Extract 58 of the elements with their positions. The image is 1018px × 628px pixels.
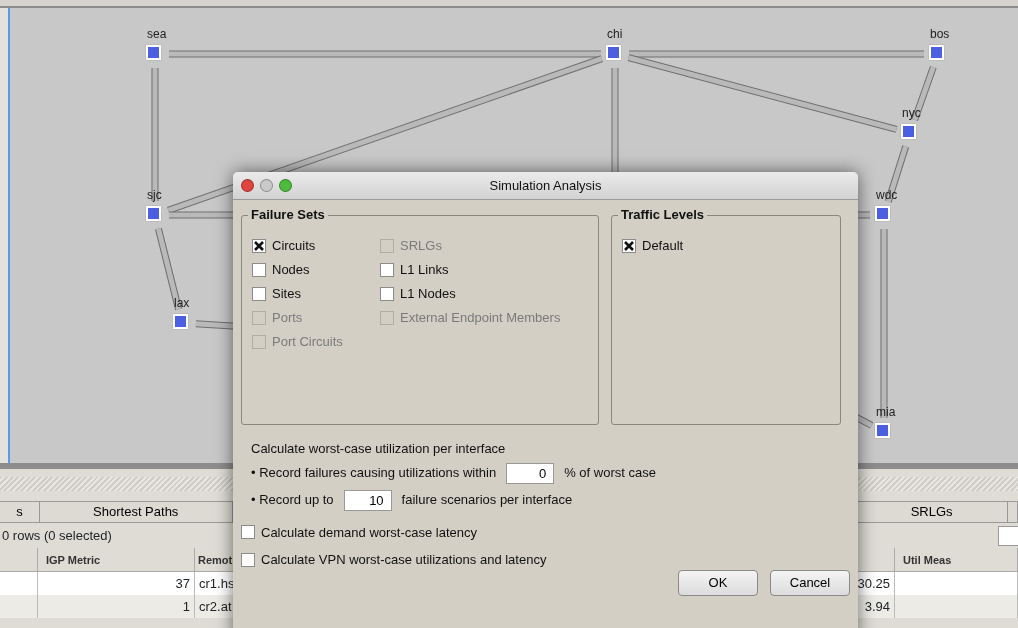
table-cell: 37 xyxy=(38,572,195,595)
node-label: chi xyxy=(607,28,623,40)
checkbox[interactable] xyxy=(380,263,394,277)
checkbox[interactable] xyxy=(252,263,266,277)
column-header[interactable]: IGP Metric xyxy=(38,548,195,572)
column-header[interactable] xyxy=(0,548,38,572)
table-cell: 1 xyxy=(38,595,195,618)
node-square[interactable] xyxy=(173,314,188,329)
node-square[interactable] xyxy=(146,45,161,60)
node-square[interactable] xyxy=(875,206,890,221)
checkbox-label: Calculate VPN worst-case utilizations and latency xyxy=(261,551,547,569)
checkbox-label: External Endpoint Members xyxy=(400,309,561,328)
checkbox-label: Sites xyxy=(272,285,301,304)
checkbox-label: Circuits xyxy=(272,237,316,256)
bullet-text: % of worst case xyxy=(564,464,656,483)
section-heading: Calculate worst-case utilization per interface xyxy=(251,440,506,458)
checkbox[interactable] xyxy=(252,239,266,253)
checkbox[interactable] xyxy=(252,287,266,301)
ok-button[interactable]: OK xyxy=(678,569,758,596)
dialog-title: Simulation Analysis xyxy=(489,177,602,193)
filter-field[interactable] xyxy=(998,525,1018,546)
node-label: wdc xyxy=(876,189,898,201)
bullet-text: • Record up to xyxy=(251,491,334,510)
number-field[interactable]: 0 xyxy=(506,462,555,484)
node-square[interactable] xyxy=(146,206,161,221)
checkbox-label: Calculate demand worst-case latency xyxy=(261,523,478,542)
checkbox-label: L1 Links xyxy=(400,261,449,280)
checkbox-label: Nodes xyxy=(272,261,310,280)
checkbox[interactable] xyxy=(380,287,394,301)
cancel-button[interactable]: Cancel xyxy=(770,569,850,596)
checkbox[interactable] xyxy=(622,239,636,253)
bullet-text: • Record failures causing utilizations within xyxy=(251,464,497,483)
node-square[interactable] xyxy=(901,124,916,139)
checkbox-label: L1 Nodes xyxy=(400,285,456,304)
checkbox[interactable] xyxy=(241,525,255,540)
node-label: sea xyxy=(147,28,167,40)
node-label: bos xyxy=(930,28,950,40)
node-label: lax xyxy=(174,297,190,309)
bullet-text: failure scenarios per interface xyxy=(401,491,573,510)
node-label: nyc xyxy=(902,107,921,119)
table-cell xyxy=(0,595,38,618)
close-button[interactable] xyxy=(241,179,254,192)
row-count-text: 0 rows (0 selected) xyxy=(2,526,112,545)
number-field[interactable]: 10 xyxy=(343,489,392,511)
checkbox-label: Port Circuits xyxy=(272,333,343,352)
table-cell xyxy=(0,572,38,595)
node-square[interactable] xyxy=(875,423,890,438)
checkbox[interactable] xyxy=(241,552,255,567)
checkbox-label: SRLGs xyxy=(400,237,442,256)
node-label: mia xyxy=(876,406,896,418)
column-header[interactable]: Util Meas xyxy=(895,548,1018,572)
node-square[interactable] xyxy=(606,45,621,60)
minimize-button[interactable] xyxy=(260,179,273,192)
node-square[interactable] xyxy=(929,45,944,60)
node-label: sjc xyxy=(147,189,162,201)
checkbox-label: Default xyxy=(642,237,684,256)
checkbox-label: Ports xyxy=(272,309,303,328)
zoom-button[interactable] xyxy=(279,179,292,192)
